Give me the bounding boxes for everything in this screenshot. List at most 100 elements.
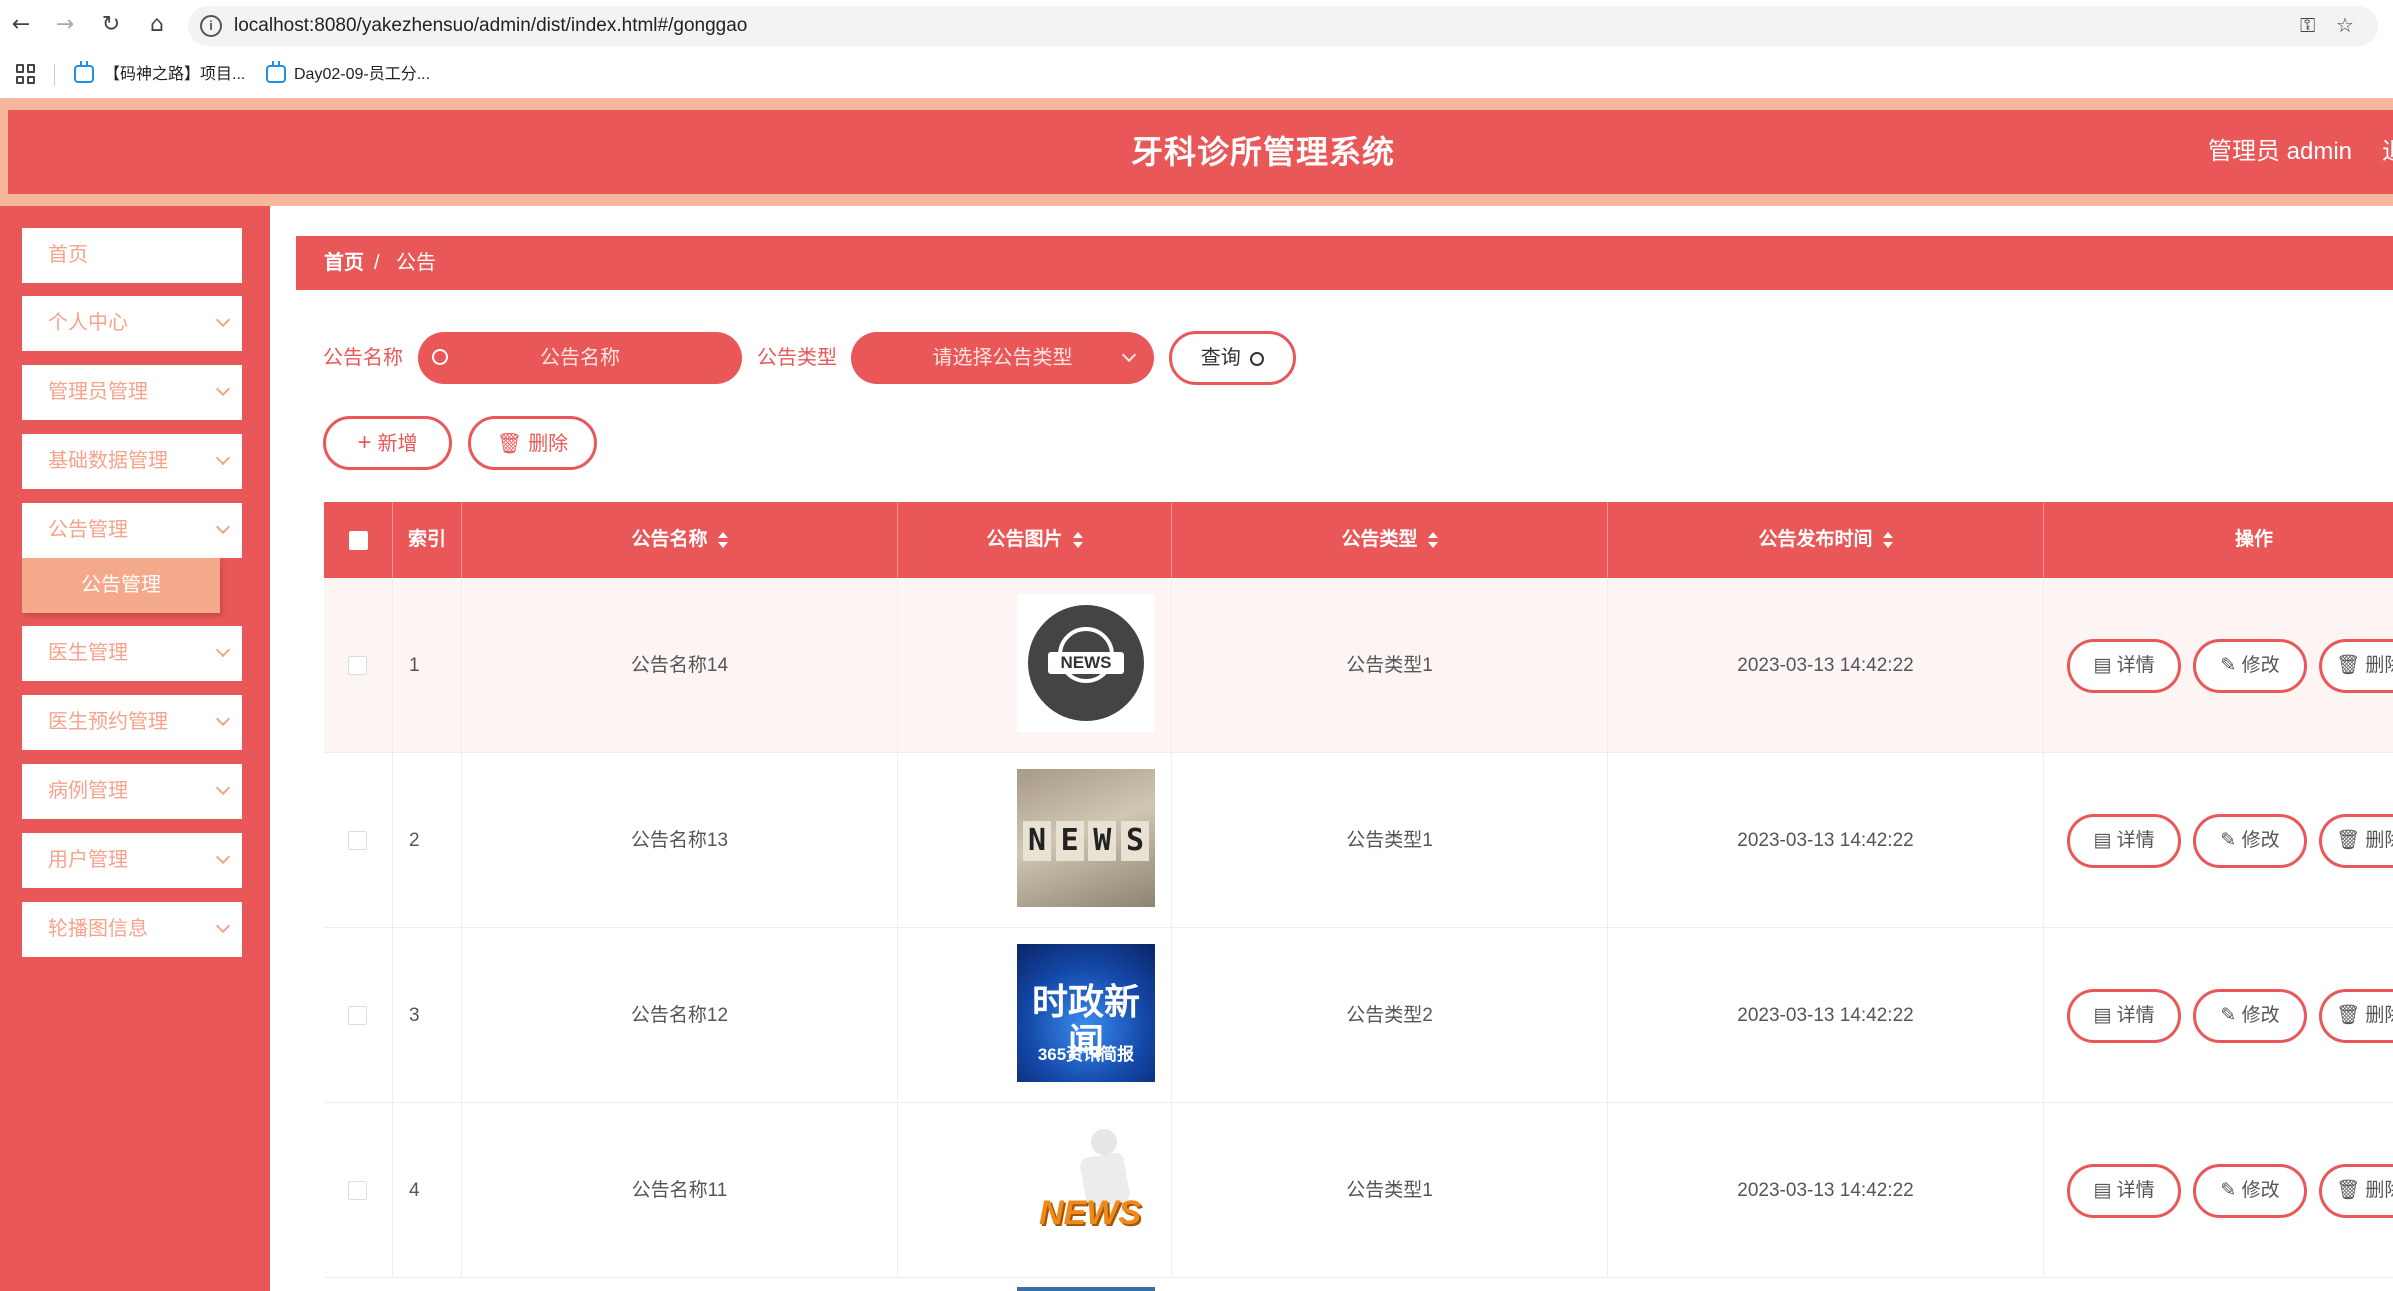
trash-icon: 🗑: [2336, 655, 2366, 676]
header-image-label: 公告图片: [986, 529, 1063, 550]
query-label: 查询: [1200, 347, 1241, 369]
delete-row-label: 删除: [2365, 1005, 2393, 1026]
notice-image[interactable]: NEWS: [1017, 594, 1155, 732]
header-image[interactable]: 公告图片: [898, 502, 1172, 578]
user-label: 管理员 admin: [2208, 138, 2353, 165]
sidebar-item-doctors[interactable]: 医生管理: [22, 626, 242, 681]
pencil-icon: ✎: [2220, 830, 2242, 851]
edit-label: 修改: [2241, 1180, 2280, 1201]
row-checkbox[interactable]: [348, 1006, 367, 1025]
edit-label: 修改: [2241, 655, 2280, 676]
sort-icon: [1882, 531, 1893, 549]
trash-icon: 🗑: [496, 431, 523, 455]
sidebar-item-appointments[interactable]: 医生预约管理: [22, 695, 242, 750]
chevron-down-icon: [215, 849, 231, 865]
forward-icon[interactable]: →: [52, 12, 78, 38]
add-button[interactable]: + 新增: [323, 416, 452, 470]
password-key-icon[interactable]: ⚿: [2300, 6, 2315, 46]
bookmarks-bar: 【码神之路】项目... Day02-09-员工分...: [0, 52, 2393, 98]
header-type[interactable]: 公告类型: [1172, 502, 1608, 578]
sidebar-item-profile[interactable]: 个人中心: [22, 296, 242, 351]
sidebar-item-label: 轮播图信息: [48, 918, 148, 940]
sidebar-item-label: 个人中心: [48, 312, 128, 334]
notice-image-partial: [1017, 1287, 1155, 1291]
chevron-down-icon: [215, 312, 231, 328]
globe-badge-icon: NEWS: [1028, 605, 1144, 721]
detail-button[interactable]: ▤ 详情: [2067, 639, 2181, 693]
notice-image[interactable]: 时政新闻 365资讯简报: [1017, 944, 1155, 1082]
bookmarks-separator: [54, 64, 55, 86]
sidebar-item-label: 公告管理: [48, 519, 128, 541]
edit-button[interactable]: ✎ 修改: [2193, 814, 2307, 868]
header-ops: 操作: [2234, 529, 2273, 550]
sidebar-item-label: 病例管理: [48, 780, 128, 802]
header-name[interactable]: 公告名称: [462, 502, 898, 578]
type-cell: 公告类型1: [1172, 1103, 1608, 1278]
notice-image[interactable]: N E W S: [1017, 769, 1155, 907]
row-checkbox[interactable]: [348, 656, 367, 675]
bookmark-item-1[interactable]: 【码神之路】项目...: [104, 52, 245, 98]
logout-link[interactable]: 退: [2382, 138, 2393, 165]
select-cell: [324, 753, 393, 928]
header-type-label: 公告类型: [1341, 529, 1418, 550]
edit-button[interactable]: ✎ 修改: [2193, 639, 2307, 693]
select-cell: [324, 1103, 393, 1278]
notice-image[interactable]: NEWS: [1017, 1119, 1155, 1257]
apps-grid-icon[interactable]: [16, 64, 36, 84]
sidebar-item-users[interactable]: 用户管理: [22, 833, 242, 888]
detail-button[interactable]: ▤ 详情: [2067, 1164, 2181, 1218]
type-cell: 公告类型1: [1172, 578, 1608, 753]
row-checkbox[interactable]: [348, 831, 367, 850]
bookmark-item-2[interactable]: Day02-09-员工分...: [294, 52, 430, 98]
sidebar-subitem-notices[interactable]: 公告管理: [22, 558, 220, 613]
news-3d-text: NEWS: [1039, 1194, 1141, 1232]
notice-name-input[interactable]: 公告名称: [418, 332, 742, 384]
sidebar-item-admins[interactable]: 管理员管理: [22, 365, 242, 420]
name-cell: 公告名称12: [462, 928, 898, 1103]
sidebar-item-cases[interactable]: 病例管理: [22, 764, 242, 819]
delete-row-button[interactable]: 🗑 删除: [2319, 989, 2393, 1043]
query-button[interactable]: 查询: [1169, 331, 1296, 385]
url-text[interactable]: localhost:8080/yakezhensuo/admin/dist/in…: [234, 6, 747, 46]
table-row: 3 公告名称12 时政新闻 365资讯简报 公告类型2 2023-03-13 1…: [324, 928, 2393, 1103]
delete-button[interactable]: 🗑 删除: [468, 416, 597, 470]
plus-icon: +: [357, 429, 372, 456]
chevron-down-icon: [215, 450, 231, 466]
time-cell: 2023-03-13 14:42:22: [1608, 1103, 2044, 1278]
table-row: 1 公告名称14 NEWS 公告类型1 2023-03-13 14:42:22 …: [324, 578, 2393, 753]
detail-button[interactable]: ▤ 详情: [2067, 814, 2181, 868]
detail-button[interactable]: ▤ 详情: [2067, 989, 2181, 1043]
notice-type-select[interactable]: 请选择公告类型: [851, 332, 1154, 384]
site-info-icon[interactable]: i: [200, 15, 222, 37]
reload-icon[interactable]: ↻: [98, 12, 124, 38]
delete-row-button[interactable]: 🗑 删除: [2319, 814, 2393, 868]
bookmark-star-icon[interactable]: ☆: [2336, 6, 2354, 46]
sidebar-item-notices[interactable]: 公告管理: [22, 503, 242, 558]
select-all-checkbox[interactable]: [349, 531, 368, 550]
sidebar-item-carousel[interactable]: 轮播图信息: [22, 902, 242, 957]
delete-row-button[interactable]: 🗑 删除: [2319, 639, 2393, 693]
trash-icon: 🗑: [2336, 830, 2366, 851]
type-cell: 公告类型1: [1172, 753, 1608, 928]
breadcrumb-home[interactable]: 首页: [324, 236, 364, 290]
back-icon[interactable]: ←: [8, 12, 34, 38]
detail-label: 详情: [2116, 1005, 2155, 1026]
sidebar-item-home[interactable]: 首页: [22, 228, 242, 283]
header-name-label: 公告名称: [631, 529, 708, 550]
news-letter: N: [1023, 821, 1051, 861]
header-time[interactable]: 公告发布时间: [1608, 502, 2044, 578]
sidebar-item-label: 用户管理: [48, 849, 128, 871]
edit-button[interactable]: ✎ 修改: [2193, 989, 2307, 1043]
sidebar: 首页 个人中心 管理员管理 基础数据管理 公告管理 公告管理 医生管理 医生预约…: [0, 206, 270, 1291]
delete-row-button[interactable]: 🗑 删除: [2319, 1164, 2393, 1218]
sidebar-item-basedata[interactable]: 基础数据管理: [22, 434, 242, 489]
edit-label: 修改: [2241, 830, 2280, 851]
row-checkbox[interactable]: [348, 1181, 367, 1200]
home-icon[interactable]: ⌂: [144, 12, 170, 38]
edit-button[interactable]: ✎ 修改: [2193, 1164, 2307, 1218]
chevron-down-icon: [215, 381, 231, 397]
name-cell: 公告名称13: [462, 753, 898, 928]
address-bar[interactable]: i localhost:8080/yakezhensuo/admin/dist/…: [188, 6, 2378, 46]
detail-label: 详情: [2116, 1180, 2155, 1201]
document-icon: ▤: [2093, 1180, 2117, 1201]
